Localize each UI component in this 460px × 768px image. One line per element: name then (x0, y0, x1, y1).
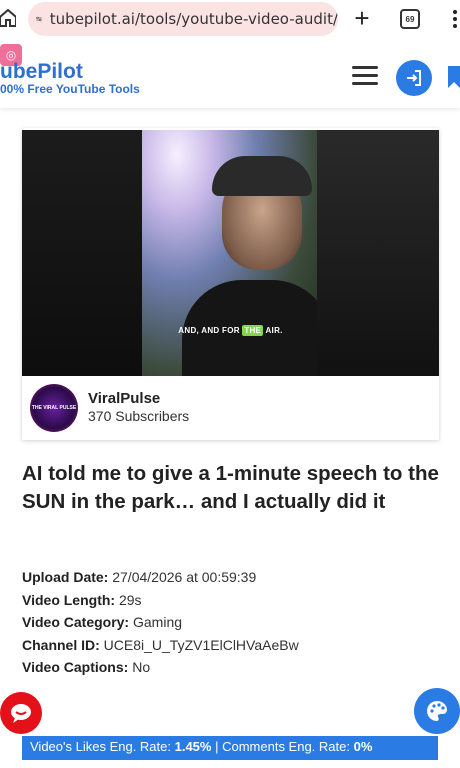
palette-icon (427, 701, 447, 721)
person-cap (212, 156, 312, 196)
video-length-label: Video Length: (22, 591, 116, 608)
video-category-label: Video Category: (22, 614, 130, 630)
caption-highlight: THE (242, 325, 264, 336)
video-length-value: 29s (115, 591, 142, 608)
home-icon[interactable] (0, 9, 16, 27)
video-captions-value: No (128, 659, 151, 675)
site-header: ◎ ubePilot (0, 38, 460, 108)
site-tagline: 00% Free YouTube Tools (0, 82, 140, 96)
video-metadata: Upload Date: 27/04/2026 at 00:59:39 Vide… (22, 566, 442, 679)
theme-palette-button[interactable] (414, 688, 460, 734)
channel-avatar[interactable]: THE VIRAL PULSE (30, 384, 78, 432)
logo-text: ubePilot (0, 60, 83, 83)
avatar-text: THE VIRAL PULSE (31, 405, 77, 411)
comments-rate-label: Comments Eng. Rate: (222, 739, 354, 754)
likes-rate-label: Video's Likes Eng. Rate: (30, 739, 175, 754)
more-vertical-icon[interactable] (450, 9, 460, 29)
video-category-value: Gaming (129, 614, 183, 630)
upload-date-label: Upload Date: (22, 569, 109, 585)
channel-id-row: Channel ID: UCE8i_U_TyZV1ElClHVaAeBw (22, 634, 442, 657)
subscriber-count: 370 Subscribers (88, 408, 190, 424)
bookmark-icon[interactable] (448, 66, 460, 88)
caption-text-after: AIR. (263, 326, 283, 335)
engagement-rate-banner: Video's Likes Eng. Rate: 1.45% | Comment… (22, 736, 438, 760)
video-captions-row: Video Captions: No (22, 656, 442, 679)
channel-row[interactable]: THE VIRAL PULSE ViralPulse 370 Subscribe… (30, 384, 430, 432)
thumbnail-left-panel (22, 130, 142, 376)
url-text: tubepilot.ai/tools/youtube-video-audit/ (49, 10, 338, 28)
plus-icon[interactable]: + (352, 5, 372, 31)
video-caption: AND, AND FOR THE AIR. (22, 325, 439, 336)
video-thumbnail[interactable]: AND, AND FOR THE AIR. (22, 130, 439, 376)
channel-id-value: UCE8i_U_TyZV1ElClHVaAeBw (99, 636, 299, 653)
thumbnail-right-panel (317, 130, 439, 376)
video-length-row: Video Length: 29s (22, 589, 442, 612)
channel-name[interactable]: ViralPulse (88, 390, 160, 407)
hamburger-menu-icon[interactable] (352, 66, 378, 86)
browser-toolbar: tubepilot.ai/tools/youtube-video-audit/ … (0, 0, 460, 38)
upload-date-value: 27/04/2026 at 00:59:39 (108, 569, 257, 585)
likes-rate-value: 1.45% (174, 739, 212, 754)
tab-switcher-button[interactable]: 69 (400, 9, 420, 29)
channel-id-label: Channel ID: (22, 636, 100, 653)
video-category-row: Video Category: Gaming (22, 611, 442, 634)
upload-date-row: Upload Date: 27/04/2026 at 00:59:39 (22, 566, 442, 589)
login-button[interactable] (396, 60, 432, 96)
video-captions-label: Video Captions: (22, 659, 129, 675)
chat-button[interactable] (0, 692, 42, 734)
address-bar[interactable]: tubepilot.ai/tools/youtube-video-audit/ (28, 2, 338, 36)
tab-count: 69 (405, 14, 415, 24)
site-settings-icon[interactable] (36, 12, 42, 26)
engagement-separator: | (211, 739, 223, 754)
chat-bubble-icon (11, 704, 31, 723)
caption-text-before: AND, AND FOR (178, 326, 243, 335)
video-card: AND, AND FOR THE AIR. THE VIRAL PULSE Vi… (22, 128, 439, 440)
video-title: AI told me to give a 1-minute speech to … (22, 462, 439, 513)
site-logo[interactable]: ubePilot (0, 60, 83, 84)
comments-rate-value: 0% (353, 739, 373, 754)
login-icon (407, 70, 421, 86)
thumbnail-frame (142, 130, 332, 376)
